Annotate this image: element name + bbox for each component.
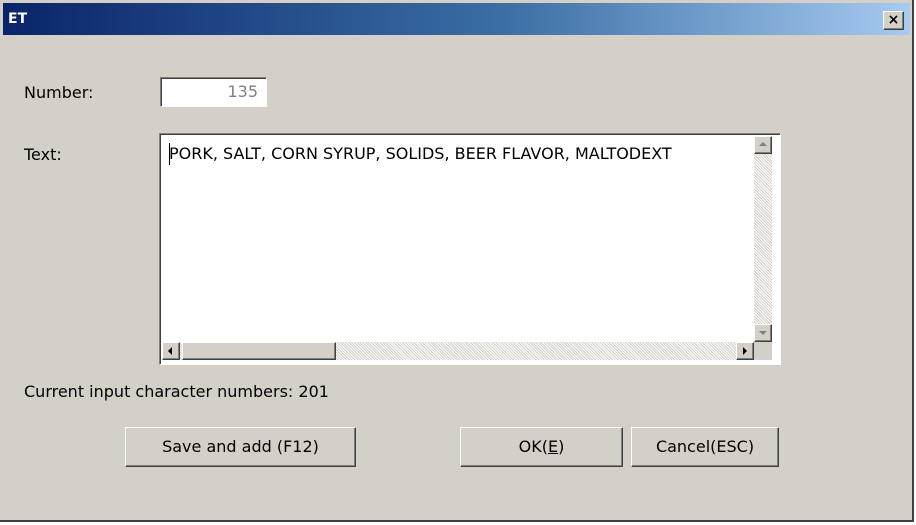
arrow-right-icon [743, 347, 747, 355]
scroll-corner [754, 342, 772, 360]
horizontal-scrollbar[interactable] [162, 342, 754, 360]
ok-label-suffix: ) [558, 437, 565, 456]
vertical-scrollbar[interactable] [754, 136, 772, 342]
text-content[interactable]: PORK, SALT, CORN SYRUP, SOLIDS, BEER FLA… [169, 144, 749, 164]
ok-button[interactable]: OK(E) [460, 427, 623, 467]
arrow-left-icon [168, 347, 172, 355]
title-bar[interactable]: ET × [3, 3, 910, 35]
close-icon: × [887, 12, 900, 28]
text-area[interactable]: PORK, SALT, CORN SYRUP, SOLIDS, BEER FLA… [159, 133, 781, 365]
number-field[interactable]: 135 [160, 77, 267, 107]
horizontal-scroll-thumb[interactable] [182, 342, 336, 360]
ok-mnemonic: E [547, 437, 559, 456]
scroll-left-button[interactable] [162, 342, 180, 360]
cancel-button[interactable]: Cancel(ESC) [631, 427, 779, 467]
scroll-right-button[interactable] [736, 342, 754, 360]
arrow-up-icon [759, 142, 767, 146]
number-label: Number: [24, 83, 94, 102]
close-button[interactable]: × [883, 11, 904, 30]
scroll-up-button[interactable] [754, 136, 772, 154]
text-label: Text: [24, 145, 62, 164]
scroll-down-button[interactable] [754, 324, 772, 342]
window-title: ET [8, 11, 28, 27]
ok-label-prefix: OK( [518, 437, 548, 456]
et-dialog-window: ET × Number: 135 Text: PORK, SALT, CORN … [0, 0, 914, 522]
character-count-text: Current input character numbers: 201 [24, 382, 329, 401]
save-and-add-button[interactable]: Save and add (F12) [125, 427, 356, 467]
arrow-down-icon [759, 331, 767, 335]
